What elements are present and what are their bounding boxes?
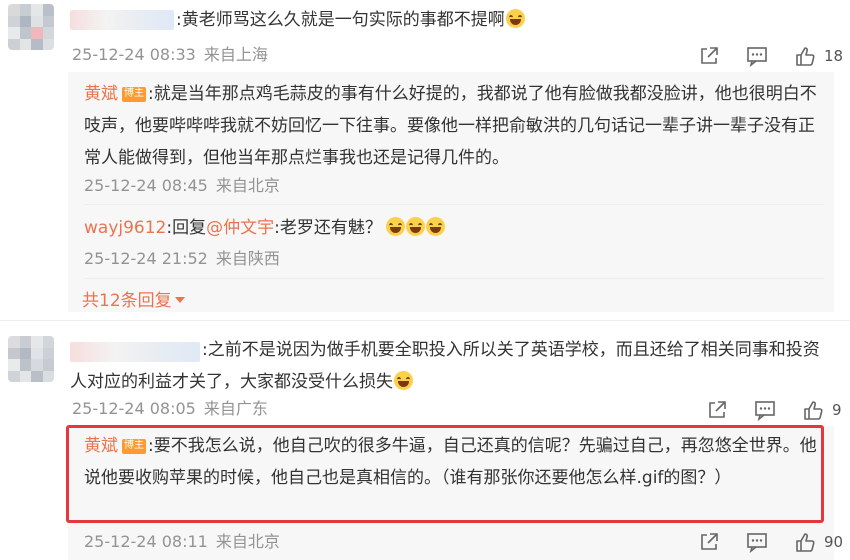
laughing-emoji bbox=[405, 217, 425, 236]
mention-link[interactable]: @仲文宇 bbox=[206, 218, 274, 238]
like-button[interactable]: 18 bbox=[794, 45, 843, 67]
like-count: 9 bbox=[832, 401, 842, 419]
comment-divider bbox=[0, 320, 850, 321]
reply-button[interactable] bbox=[754, 399, 776, 421]
reply-divider bbox=[84, 278, 824, 279]
comment-text: :之前不是说因为做手机要全职投入所以关了英语学校，而且还给了相关同事和投资人对应… bbox=[70, 340, 820, 392]
comment-meta: 25-12-24 08:33 来自上海 bbox=[72, 45, 268, 65]
thumbs-up-icon bbox=[796, 533, 815, 552]
share-icon bbox=[701, 533, 718, 550]
reply-username[interactable]: 黄斌 bbox=[84, 84, 118, 104]
reply-actions: 90 bbox=[698, 530, 843, 554]
reply-meta: 25-12-24 21:52 来自陕西 bbox=[84, 249, 280, 269]
timestamp: 25-12-24 21:52 bbox=[84, 249, 208, 268]
share-button[interactable] bbox=[706, 399, 728, 421]
share-button[interactable] bbox=[698, 531, 720, 553]
timestamp: 25-12-24 08:45 bbox=[84, 176, 208, 195]
comment-icon bbox=[755, 401, 775, 421]
masked-username[interactable] bbox=[70, 10, 174, 30]
like-button[interactable]: 90 bbox=[794, 531, 843, 553]
laughing-emoji bbox=[425, 217, 445, 236]
laughing-emoji bbox=[385, 217, 405, 236]
reply-thread: 黄斌 博主:就是当年那点鸡毛蒜皮的事有什么好提的，我都说了他有脸做我都没脸讲，他也… bbox=[68, 72, 834, 312]
highlight-frame bbox=[66, 425, 824, 523]
location: 来自广东 bbox=[203, 399, 268, 418]
reply-text: :就是当年那点鸡毛蒜皮的事有什么好提的，我都说了他有脸做我都没脸讲，他也很明白不… bbox=[84, 84, 817, 168]
caret-down-icon bbox=[174, 297, 185, 303]
location: 来自上海 bbox=[203, 45, 268, 64]
comment-actions: 18 bbox=[698, 44, 843, 68]
reply-divider bbox=[84, 204, 824, 205]
avatar[interactable] bbox=[8, 336, 54, 382]
share-icon bbox=[701, 47, 718, 64]
author-badge: 博主 bbox=[122, 87, 146, 102]
comment-text: :黄老师骂这么久就是一句实际的事都不提啊 bbox=[176, 4, 525, 36]
reply-item: wayj9612:回复@仲文宇:老罗还有魅？ bbox=[84, 212, 445, 244]
location: 来自陕西 bbox=[215, 249, 280, 268]
comment-meta: 25-12-24 08:05 来自广东 bbox=[72, 399, 268, 419]
reply-meta: 25-12-24 08:11 来自北京 bbox=[84, 532, 280, 552]
location: 来自北京 bbox=[215, 176, 280, 195]
thumbs-up-icon bbox=[804, 401, 823, 420]
share-button[interactable] bbox=[698, 45, 720, 67]
like-count: 18 bbox=[824, 47, 844, 65]
thumbs-up-icon bbox=[796, 47, 815, 66]
reply-button[interactable] bbox=[746, 531, 768, 553]
grinning-emoji bbox=[394, 371, 413, 390]
comment-icon bbox=[747, 533, 767, 553]
comment-actions: 9 bbox=[706, 398, 842, 422]
like-button[interactable]: 9 bbox=[802, 399, 842, 421]
timestamp: 25-12-24 08:33 bbox=[72, 45, 196, 64]
location: 来自北京 bbox=[215, 532, 280, 551]
avatar[interactable] bbox=[8, 4, 54, 50]
comment-icon bbox=[747, 47, 767, 67]
timestamp: 25-12-24 08:05 bbox=[72, 399, 196, 418]
share-icon bbox=[709, 401, 726, 418]
reply-text: :老罗还有魅？ bbox=[274, 218, 382, 238]
reply-meta: 25-12-24 08:45 来自北京 bbox=[84, 176, 280, 196]
like-count: 90 bbox=[824, 533, 844, 551]
comment-1: :黄老师骂这么久就是一句实际的事都不提啊 25-12-24 08:33 来自上海 … bbox=[0, 0, 850, 312]
timestamp: 25-12-24 08:11 bbox=[84, 532, 208, 551]
reply-item: 黄斌 博主:就是当年那点鸡毛蒜皮的事有什么好提的，我都说了他有脸做我都没脸讲，他也… bbox=[84, 78, 824, 174]
laughing-tears-emoji bbox=[505, 9, 525, 28]
reply-username[interactable]: wayj9612 bbox=[84, 218, 166, 238]
reply-button[interactable] bbox=[746, 45, 768, 67]
expand-replies-button[interactable]: 共12条回复 bbox=[82, 286, 185, 311]
